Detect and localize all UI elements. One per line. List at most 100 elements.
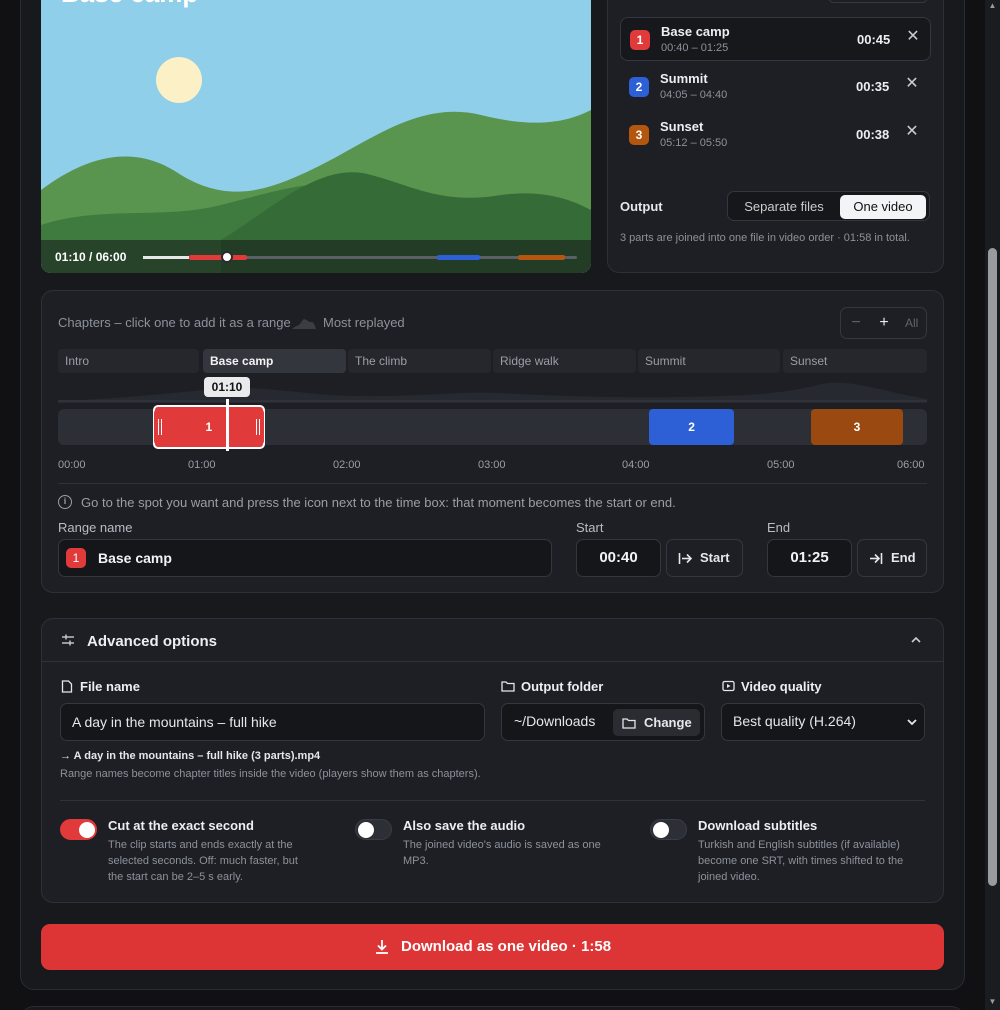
range-duration: 00:38 (856, 127, 890, 142)
file-name-input[interactable]: A day in the mountains – full hike (60, 703, 485, 741)
page-scrollbar[interactable]: ▲ ▼ (985, 0, 1000, 1010)
end-time-field[interactable]: 01:25 (767, 539, 852, 577)
start-time-field[interactable]: 00:40 (576, 539, 661, 577)
download-button[interactable]: Download as one video · 1:58 (41, 924, 944, 970)
set-start-button[interactable]: Start (666, 539, 743, 577)
advanced-options-heading[interactable]: Advanced options (87, 633, 217, 650)
tick-label: 03:00 (478, 459, 506, 471)
video-icon (722, 680, 735, 692)
range-item[interactable]: 3 Sunset 05:12 – 05:50 00:38 ✕ (620, 113, 931, 157)
ranges-top-button[interactable] (828, 0, 928, 3)
chapter-sunset[interactable]: Sunset (783, 349, 927, 373)
set-end-button[interactable]: End (857, 539, 927, 577)
zoom-in-button[interactable]: + (875, 314, 893, 332)
file-name-preview: → A day in the mountains – full hike (3 … (60, 750, 321, 762)
set-end-icon (870, 553, 883, 564)
tick-label: 00:00 (58, 459, 86, 471)
exact-cut-toggle[interactable] (60, 819, 97, 840)
set-end-label: End (891, 550, 916, 565)
change-folder-button[interactable]: Change (613, 709, 700, 736)
chapter-intro[interactable]: Intro (58, 349, 199, 373)
advanced-options-card: Advanced options File name A day in the … (41, 618, 944, 903)
most-replayed-label: Most replayed (323, 315, 405, 330)
scroll-up-icon[interactable]: ▲ (988, 2, 997, 10)
end-label: End (767, 520, 791, 535)
sliders-icon (62, 634, 74, 646)
close-icon[interactable]: ✕ (905, 29, 921, 45)
tick-label: 04:00 (622, 459, 650, 471)
range-duration: 00:45 (857, 32, 891, 47)
video-seek-range-1 (189, 255, 247, 260)
option-description: Turkish and English subtitles (if availa… (698, 839, 904, 883)
playhead[interactable] (226, 399, 229, 451)
playhead-time: 01:10 (204, 377, 250, 397)
output-separate-files[interactable]: Separate files (732, 195, 836, 219)
timeline-range-block[interactable]: 3 (811, 409, 903, 445)
timeline-card: Chapters – click one to add it as a rang… (41, 290, 944, 593)
range-end-handle[interactable] (252, 409, 265, 445)
range-start-handle[interactable] (153, 409, 166, 445)
range-name: Summit (660, 71, 708, 86)
scroll-thumb[interactable] (988, 248, 997, 886)
video-seek-range-2 (437, 255, 480, 260)
range-span: 05:12 – 05:50 (660, 137, 728, 149)
range-name: Sunset (660, 119, 704, 134)
folder-icon (501, 681, 515, 692)
divider (58, 483, 927, 484)
file-icon (61, 680, 73, 693)
timeline-range-label: 1 (205, 420, 213, 434)
option-title: Also save the audio (403, 818, 526, 833)
option-description: The clip starts and ends exactly at the … (108, 839, 298, 883)
video-seek-range-3 (518, 255, 565, 260)
range-item[interactable]: 2 Summit 04:05 – 04:40 00:35 ✕ (620, 65, 931, 109)
tick-label: 06:00 (897, 459, 925, 471)
range-name-field[interactable]: 1 Base camp (58, 539, 552, 577)
chapters-heading: Chapters – click one to add it as a rang… (58, 315, 291, 330)
output-one-video[interactable]: One video (840, 195, 926, 219)
download-label: Download as one video · 1:58 (401, 938, 612, 955)
zoom-all-button[interactable]: All (905, 316, 918, 330)
chapter-summit[interactable]: Summit (638, 349, 780, 373)
tick-label: 01:00 (188, 459, 216, 471)
scroll-down-icon[interactable]: ▼ (988, 998, 997, 1006)
range-name: Base camp (661, 24, 730, 39)
info-icon: i (58, 495, 72, 509)
option-title: Cut at the exact second (108, 818, 254, 833)
video-time-display: 01:10 / 06:00 (55, 250, 127, 264)
divider (42, 661, 943, 662)
chevron-down-icon (907, 719, 917, 726)
chapter-the-climb[interactable]: The climb (348, 349, 491, 373)
chapter-ridge-walk[interactable]: Ridge walk (493, 349, 636, 373)
range-name-value: Base camp (98, 550, 172, 566)
option-description: The joined video's audio is saved as one… (403, 839, 601, 867)
set-start-label: Start (700, 550, 730, 565)
video-frame (41, 0, 591, 273)
subtitles-toggle[interactable] (650, 819, 687, 840)
chevron-up-icon[interactable] (909, 633, 923, 647)
chapter-base-camp[interactable]: Base camp (203, 349, 346, 373)
timeline-range-block[interactable]: 1 (152, 405, 266, 449)
most-replayed-graph (58, 382, 927, 403)
tick-label: 05:00 (767, 459, 795, 471)
range-badge: 1 (630, 30, 650, 50)
close-icon[interactable]: ✕ (904, 76, 920, 92)
range-duration: 00:35 (856, 79, 890, 94)
video-player[interactable]: Base camp 01:10 / 06:00 (41, 0, 591, 273)
video-quality-select[interactable]: Best quality (H.264) (721, 703, 925, 741)
folder-icon (622, 718, 636, 729)
range-name-label: Range name (58, 520, 133, 535)
output-folder-path: ~/Downloads (514, 713, 596, 729)
output-folder-field: ~/Downloads Change (501, 703, 705, 741)
range-item[interactable]: 1 Base camp 00:40 – 01:25 00:45 ✕ (620, 17, 931, 61)
start-label: Start (576, 520, 604, 535)
zoom-out-button[interactable]: − (847, 314, 865, 332)
timeline-range-block[interactable]: 2 (649, 409, 734, 445)
zoom-controls: − + All (840, 307, 927, 339)
close-icon[interactable]: ✕ (904, 124, 920, 140)
change-folder-label: Change (644, 715, 692, 730)
save-audio-toggle[interactable] (355, 819, 392, 840)
video-seek-knob[interactable] (221, 251, 233, 263)
output-mode-control: Separate files One video (727, 191, 930, 221)
option-title: Download subtitles (698, 818, 818, 833)
video-quality-value: Best quality (H.264) (733, 713, 856, 729)
